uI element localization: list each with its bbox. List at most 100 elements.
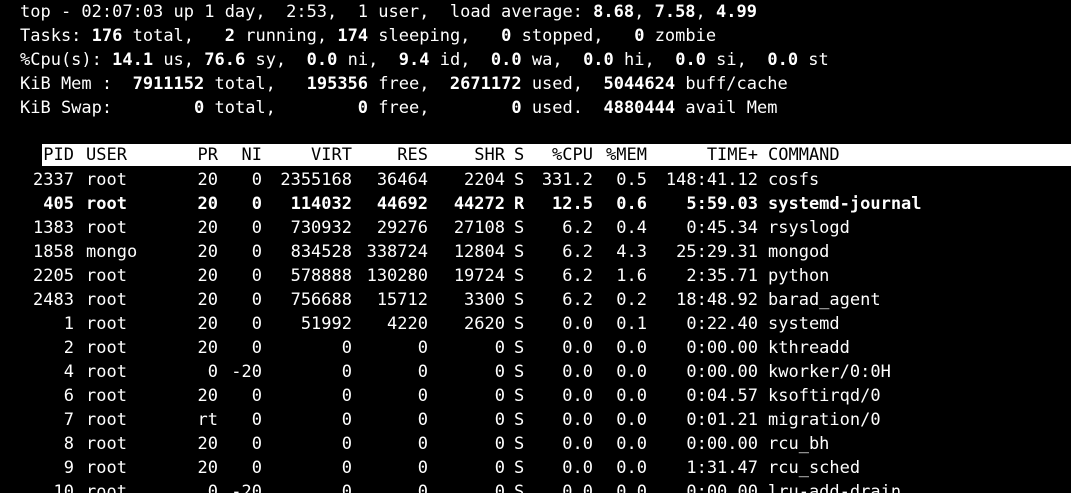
cell-cpu: 0.0 xyxy=(562,314,593,334)
table-row: 4 root 0 -20 0 0 0 S 0.0 0.0 0:00.00 kworker/0:0H xyxy=(0,360,1071,384)
cell-virt: 2355168 xyxy=(280,170,352,190)
cell-ni: 0 xyxy=(251,338,262,358)
cell-ni: 0 xyxy=(251,434,262,454)
cell-user: root xyxy=(86,386,127,406)
header-pr[interactable]: PR xyxy=(180,144,218,166)
cell-res: 0 xyxy=(417,482,428,493)
label: st xyxy=(798,50,829,70)
sep: , xyxy=(634,2,655,22)
cell-shr: 0 xyxy=(494,386,505,406)
cell-pid: 2337 xyxy=(33,170,74,190)
cell-command: kthreadd xyxy=(768,338,850,358)
header-res[interactable]: RES xyxy=(356,144,428,166)
cell-mem: 0.2 xyxy=(616,290,647,310)
cell-cpu: 0.0 xyxy=(562,458,593,478)
summary-uptime-line: top - 02:07:03 up 1 day, 2:53, 1 user, l… xyxy=(20,0,757,24)
cell-s: S xyxy=(514,434,525,454)
cell-time: 0:45.34 xyxy=(686,218,758,238)
cell-shr: 3300 xyxy=(464,290,505,310)
header-s[interactable]: S xyxy=(514,144,528,166)
cell-s: S xyxy=(514,218,525,238)
swap-free: 0 xyxy=(357,98,369,118)
cell-user: root xyxy=(86,194,127,214)
label: wa, xyxy=(521,50,584,70)
header-command[interactable]: COMMAND xyxy=(768,144,1068,166)
cell-time: 0:00.00 xyxy=(686,338,758,358)
cell-user: root xyxy=(86,290,127,310)
cell-time: 148:41.12 xyxy=(665,170,758,190)
cell-s: S xyxy=(514,458,525,478)
cell-ni: 0 xyxy=(251,458,262,478)
tasks-sleeping: 174 xyxy=(337,26,369,46)
header-virt[interactable]: VIRT xyxy=(266,144,352,166)
label: sleeping, xyxy=(368,26,502,46)
header-time[interactable]: TIME+ xyxy=(650,144,758,166)
cell-mem: 0.0 xyxy=(616,362,647,382)
cell-pid: 2205 xyxy=(33,266,74,286)
cell-command: cosfs xyxy=(768,170,820,190)
label: us, xyxy=(153,50,205,70)
label: avail Mem xyxy=(675,98,778,118)
table-row: 2 root 20 0 0 0 0 S 0.0 0.0 0:00.00 kthreadd xyxy=(0,336,1071,360)
swap-total: 0 xyxy=(194,98,205,118)
sep: , xyxy=(695,2,717,22)
cell-res: 44692 xyxy=(376,194,428,214)
load-15: 4.99 xyxy=(716,2,757,22)
terminal-window[interactable]: top - 02:07:03 up 1 day, 2:53, 1 user, l… xyxy=(0,0,1071,493)
cell-pr: 0 xyxy=(207,482,218,493)
cell-shr: 0 xyxy=(494,410,505,430)
header-cpu[interactable]: %CPU xyxy=(530,144,593,166)
summary-mem-line: KiB Mem : 7911152 total, 195356 free, 26… xyxy=(20,72,788,96)
cell-mem: 0.0 xyxy=(616,410,647,430)
header-pid[interactable]: PID xyxy=(0,144,74,166)
cell-res: 0 xyxy=(417,410,428,430)
cell-user: root xyxy=(86,266,127,286)
cell-mem: 0.5 xyxy=(616,170,647,190)
cell-virt: 0 xyxy=(341,386,352,406)
table-row: 2337 root 20 0 2355168 36464 2204 S 331.2 0.5 148:… xyxy=(0,168,1071,192)
cell-user: root xyxy=(86,170,127,190)
cell-pr: 20 xyxy=(197,290,218,310)
cell-shr: 2204 xyxy=(464,170,505,190)
table-row: 2483 root 20 0 756688 15712 3300 S 6.2 0.2 18:48.9… xyxy=(0,288,1071,312)
cell-time: 0:00.00 xyxy=(686,362,758,382)
cell-mem: 0.0 xyxy=(616,434,647,454)
cell-virt: 0 xyxy=(341,362,352,382)
cell-res: 15712 xyxy=(376,290,428,310)
cell-pr: 0 xyxy=(207,362,218,382)
cell-ni: 0 xyxy=(251,266,262,286)
table-row: 9 root 20 0 0 0 0 S 0.0 0.0 1:31.47 rcu_sched xyxy=(0,456,1071,480)
label: ni, xyxy=(337,50,399,70)
cell-mem: 4.3 xyxy=(616,242,647,262)
cell-pid: 1383 xyxy=(33,218,74,238)
cpu-sy: 76.6 xyxy=(204,50,246,70)
cell-virt: 834528 xyxy=(290,242,352,262)
cell-virt: 730932 xyxy=(290,218,352,238)
cell-shr: 0 xyxy=(494,482,505,493)
header-ni[interactable]: NI xyxy=(222,144,262,166)
cell-command: migration/0 xyxy=(768,410,881,430)
cell-pid: 4 xyxy=(63,362,74,382)
label: buff/cache xyxy=(675,74,788,94)
cell-s: S xyxy=(514,338,525,358)
cell-time: 2:35.71 xyxy=(686,266,758,286)
cell-user: root xyxy=(86,218,127,238)
cell-cpu: 0.0 xyxy=(562,482,593,493)
cell-time: 1:31.47 xyxy=(686,458,758,478)
cell-virt: 0 xyxy=(341,458,352,478)
label: id, xyxy=(429,50,491,70)
cell-virt: 0 xyxy=(341,338,352,358)
header-shr[interactable]: SHR xyxy=(430,144,505,166)
cell-ni: 0 xyxy=(251,194,262,214)
header-user[interactable]: USER xyxy=(86,144,176,166)
cell-pr: 20 xyxy=(197,170,218,190)
cell-res: 0 xyxy=(417,338,428,358)
cell-virt: 0 xyxy=(341,482,352,493)
cell-user: root xyxy=(86,434,127,454)
label: stopped, xyxy=(511,26,635,46)
label: KiB Swap: xyxy=(20,98,194,118)
cell-s: S xyxy=(514,290,525,310)
header-mem[interactable]: %MEM xyxy=(596,144,647,166)
cell-virt: 0 xyxy=(341,410,352,430)
cell-s: S xyxy=(514,242,525,262)
